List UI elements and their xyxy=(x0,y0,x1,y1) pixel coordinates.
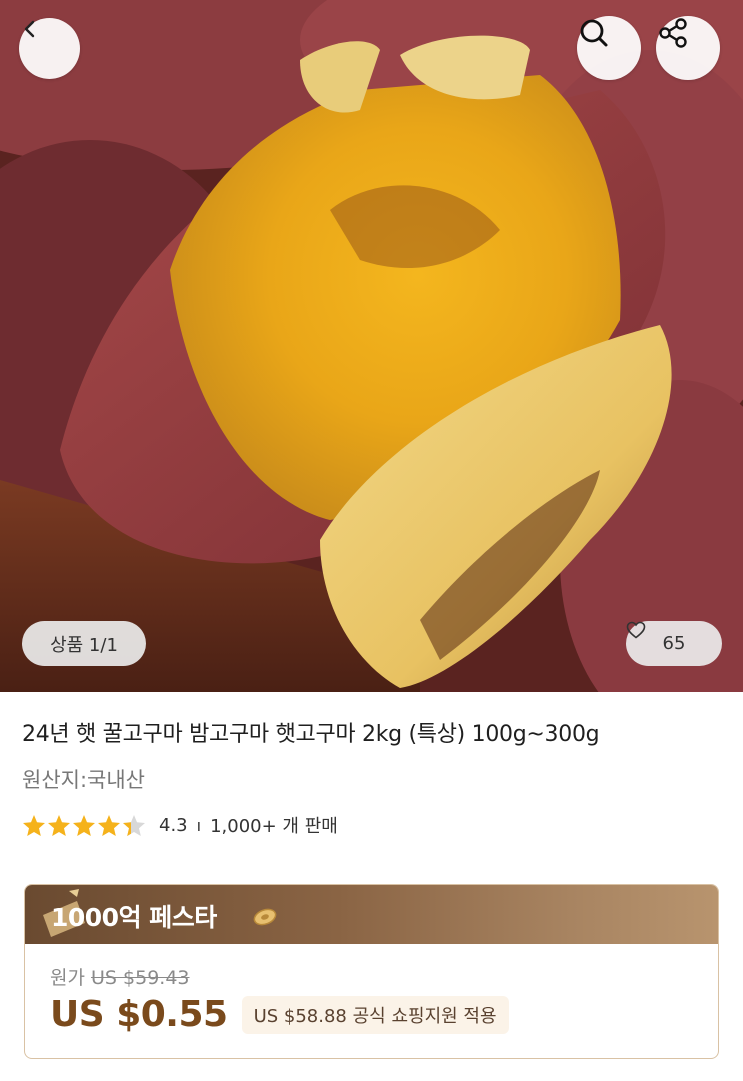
share-icon xyxy=(659,18,687,48)
original-price: US $59.43 xyxy=(91,967,190,989)
product-image-gallery[interactable]: 상품 1/1 65 xyxy=(0,0,743,692)
star-icon xyxy=(23,814,45,836)
sale-price: US $0.55 xyxy=(50,994,228,1035)
rating-row[interactable]: 4.3 ı 1,000+ 개 판매 xyxy=(22,812,338,838)
heart-icon xyxy=(626,621,646,639)
promo-header: 1000억 페스타 xyxy=(25,885,718,944)
image-counter-label: 상품 1/1 xyxy=(50,634,118,656)
original-price-label: 원가 xyxy=(50,967,85,989)
sales-count: 1,000+ 개 판매 xyxy=(210,816,338,837)
promo-title: 1000억 페스타 xyxy=(51,903,217,932)
subsidy-text: US $58.88 공식 쇼핑지원 적용 xyxy=(253,1005,497,1027)
rating-separator: ı xyxy=(196,815,202,835)
rating-stars xyxy=(22,814,146,837)
rating-value: 4.3 xyxy=(159,814,188,836)
star-partial-icon xyxy=(123,814,145,836)
product-photo xyxy=(0,0,743,692)
chevron-left-icon xyxy=(24,20,35,38)
star-icon xyxy=(73,814,95,836)
star-icon xyxy=(98,814,120,836)
back-button[interactable] xyxy=(19,18,80,79)
like-button[interactable]: 65 xyxy=(626,621,722,666)
image-counter: 상품 1/1 xyxy=(22,621,146,666)
search-button[interactable] xyxy=(577,16,641,80)
like-count: 65 xyxy=(662,633,686,654)
coin-icon xyxy=(253,908,277,926)
share-button[interactable] xyxy=(656,16,720,80)
sale-price-row: US $0.55 US $58.88 공식 쇼핑지원 적용 xyxy=(50,994,509,1035)
product-title: 24년 햇 꿀고구마 밤고구마 햇고구마 2kg (특상) 100g~300g xyxy=(22,722,600,747)
search-icon xyxy=(580,19,608,47)
subsidy-badge: US $58.88 공식 쇼핑지원 적용 xyxy=(241,995,509,1034)
promo-card[interactable]: 1000억 페스타 원가 US $59.43 US $0.55 US $58.8… xyxy=(24,884,719,1059)
original-price-row: 원가 US $59.43 xyxy=(50,963,190,990)
star-icon xyxy=(48,814,70,836)
product-origin: 원산지:국내산 xyxy=(22,768,145,792)
